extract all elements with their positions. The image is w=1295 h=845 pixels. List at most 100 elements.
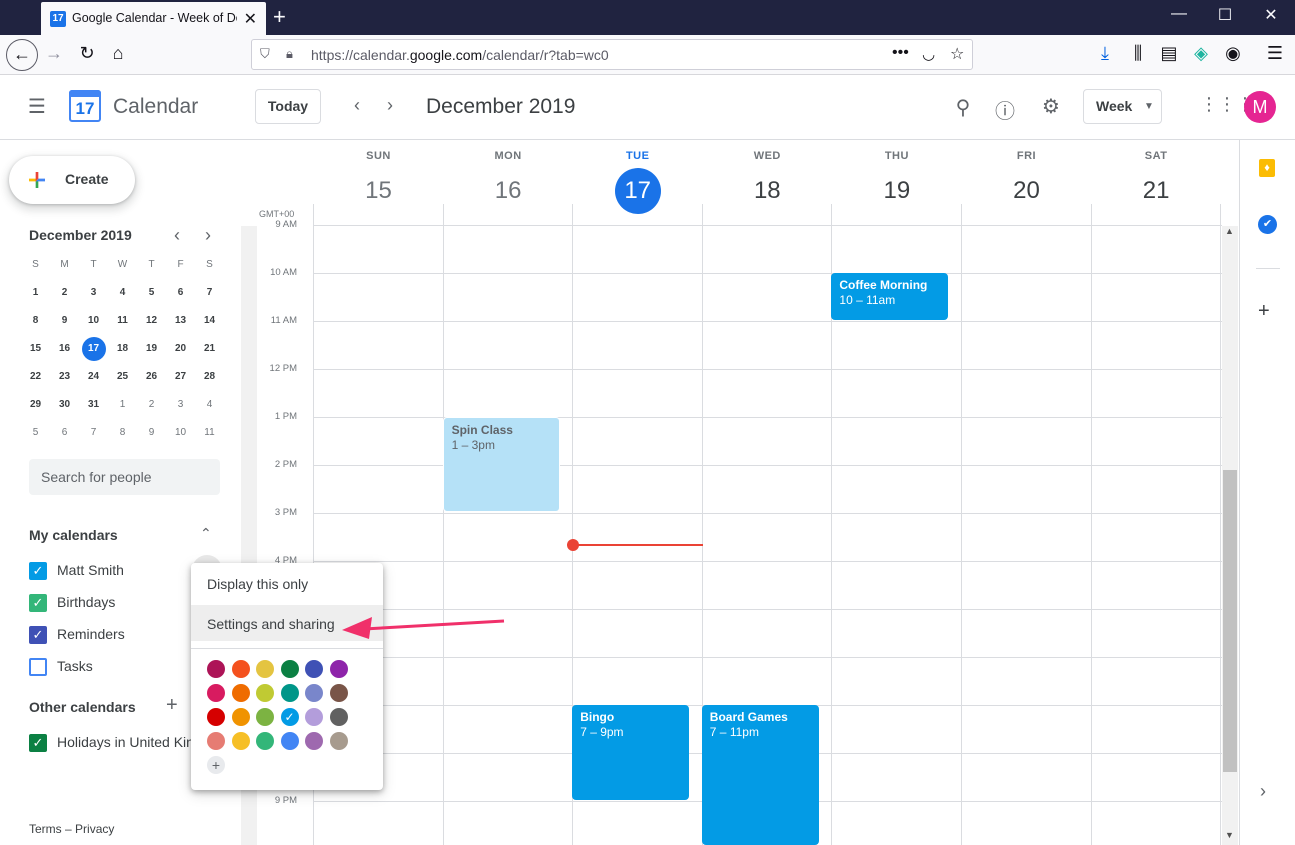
terms-link[interactable]: Terms (29, 822, 62, 836)
mini-day-cell[interactable]: 7 (195, 279, 224, 307)
color-swatch[interactable] (207, 732, 225, 750)
day-header-sun[interactable]: SUN 15 (314, 150, 443, 214)
color-swatch[interactable] (207, 660, 225, 678)
create-button[interactable]: Create (9, 156, 135, 204)
mini-day-cell[interactable]: 30 (50, 391, 79, 419)
mini-day-cell[interactable]: 1 (108, 391, 137, 419)
color-swatch[interactable] (256, 732, 274, 750)
day-number[interactable]: 21 (1092, 168, 1221, 214)
calendar-checkbox[interactable]: ✓ (29, 734, 47, 752)
mini-day-cell[interactable]: 13 (166, 307, 195, 335)
day-header-mon[interactable]: MON 16 (444, 150, 573, 214)
mini-day-cell[interactable]: 20 (166, 335, 195, 363)
grid-scrollbar-thumb[interactable] (1223, 470, 1237, 772)
my-calendars-title[interactable]: My calendars (29, 527, 118, 543)
color-swatch[interactable] (329, 660, 348, 678)
today-button[interactable]: Today (255, 89, 321, 124)
mini-day-cell[interactable]: 23 (50, 363, 79, 391)
color-swatch[interactable] (329, 684, 348, 702)
pocket-icon[interactable]: ◡ (922, 45, 935, 63)
color-swatch[interactable] (280, 732, 299, 750)
scroll-down-icon[interactable]: ▼ (1225, 830, 1234, 840)
color-swatch[interactable] (256, 684, 274, 702)
apps-grid-icon[interactable]: ⋮⋮⋮ (1200, 94, 1254, 115)
day-header-wed[interactable]: WED 18 (703, 150, 832, 214)
add-custom-color-icon[interactable]: + (207, 756, 225, 774)
mini-next-month-icon[interactable]: › (205, 225, 211, 246)
mini-day-cell[interactable]: 31 (79, 391, 108, 419)
lock-icon[interactable]: 🔒︎ (286, 46, 293, 62)
main-menu-icon[interactable]: ☰ (24, 94, 50, 119)
mini-day-cell[interactable]: 10 (79, 307, 108, 335)
mini-day-cell[interactable]: 3 (166, 391, 195, 419)
display-this-only-item[interactable]: Display this only (191, 565, 383, 601)
event-bingo[interactable]: Bingo 7 – 9pm (572, 705, 690, 800)
url-bar[interactable]: ⛉ 🔒︎ https://calendar.google.com/calenda… (251, 39, 973, 70)
mini-day-cell[interactable]: 8 (108, 419, 137, 447)
mini-day-cell[interactable]: 10 (166, 419, 195, 447)
day-header-fri[interactable]: FRI 20 (962, 150, 1091, 214)
next-week-icon[interactable]: › (380, 95, 400, 116)
day-header-tue[interactable]: TUE 17 (573, 150, 702, 214)
event-board-games[interactable]: Board Games 7 – 11pm (701, 705, 819, 845)
mini-day-cell[interactable]: 3 (79, 279, 108, 307)
mini-day-cell[interactable]: 6 (50, 419, 79, 447)
get-addons-plus-icon[interactable]: + (1258, 300, 1270, 323)
color-swatch[interactable] (329, 708, 348, 726)
forward-icon[interactable]: → (41, 43, 67, 64)
back-icon[interactable]: ← (6, 39, 38, 71)
expand-panel-chevron-icon[interactable]: › (1260, 781, 1266, 802)
page-actions-icon[interactable]: ••• (892, 44, 909, 62)
color-swatch[interactable] (305, 732, 323, 750)
mini-day-cell[interactable]: 26 (137, 363, 166, 391)
keep-icon[interactable]: ♦ (1259, 159, 1275, 177)
color-swatch[interactable] (305, 684, 323, 702)
mini-day-cell[interactable]: 28 (195, 363, 224, 391)
help-icon[interactable]: ⓘ (992, 95, 1018, 124)
mini-day-cell[interactable]: 27 (166, 363, 195, 391)
mini-day-cell[interactable]: 24 (79, 363, 108, 391)
bookmark-star-icon[interactable]: ☆ (950, 44, 964, 64)
sidebar-toggle-icon[interactable]: ▤ (1156, 43, 1182, 64)
event-spin-class[interactable]: Spin Class 1 – 3pm (442, 417, 560, 512)
mini-day-cell[interactable]: 8 (21, 307, 50, 335)
new-tab-icon[interactable]: + (273, 4, 286, 30)
mini-day-cell[interactable]: 29 (21, 391, 50, 419)
color-swatch[interactable] (207, 684, 225, 702)
avatar[interactable]: M (1244, 91, 1276, 123)
day-number[interactable]: 19 (832, 168, 961, 214)
color-swatch[interactable] (231, 660, 250, 678)
maximize-window-icon[interactable]: ☐ (1205, 5, 1245, 25)
view-selector[interactable]: Week ▼ (1083, 89, 1162, 124)
mini-day-cell[interactable]: 14 (195, 307, 224, 335)
close-window-icon[interactable]: ✕ (1251, 5, 1291, 25)
browser-menu-icon[interactable]: ☰ (1262, 43, 1288, 64)
mini-day-cell[interactable]: 1 (21, 279, 50, 307)
mini-day-cell[interactable]: 17 (79, 335, 108, 363)
mini-day-cell[interactable]: 21 (195, 335, 224, 363)
mini-day-cell[interactable]: 12 (137, 307, 166, 335)
color-swatch[interactable] (305, 660, 323, 678)
calendar-checkbox[interactable]: ✓ (29, 594, 47, 612)
scroll-up-icon[interactable]: ▲ (1225, 226, 1234, 236)
mini-day-cell[interactable]: 22 (21, 363, 50, 391)
mini-day-cell[interactable]: 9 (137, 419, 166, 447)
downloads-icon[interactable]: ⤓ (1092, 43, 1118, 64)
add-other-calendar-icon[interactable]: + (166, 694, 178, 717)
color-swatch[interactable] (231, 732, 250, 750)
mini-day-cell[interactable]: 9 (50, 307, 79, 335)
mini-day-cell[interactable]: 4 (195, 391, 224, 419)
account-icon[interactable]: ◉ (1220, 43, 1246, 64)
mini-day-cell[interactable]: 11 (108, 307, 137, 335)
mini-day-cell[interactable]: 5 (21, 419, 50, 447)
minimize-window-icon[interactable]: — (1159, 5, 1199, 23)
color-swatch[interactable] (256, 708, 274, 726)
calendar-checkbox[interactable]: ✓ (29, 626, 47, 644)
calendar-checkbox[interactable] (29, 658, 47, 676)
color-swatch[interactable] (207, 708, 225, 726)
day-number[interactable]: 20 (962, 168, 1091, 214)
search-people-input[interactable]: Search for people (29, 459, 220, 495)
tasks-icon[interactable]: ✔ (1258, 215, 1277, 234)
mini-day-cell[interactable]: 11 (195, 419, 224, 447)
other-calendars-title[interactable]: Other calendars (29, 699, 136, 715)
